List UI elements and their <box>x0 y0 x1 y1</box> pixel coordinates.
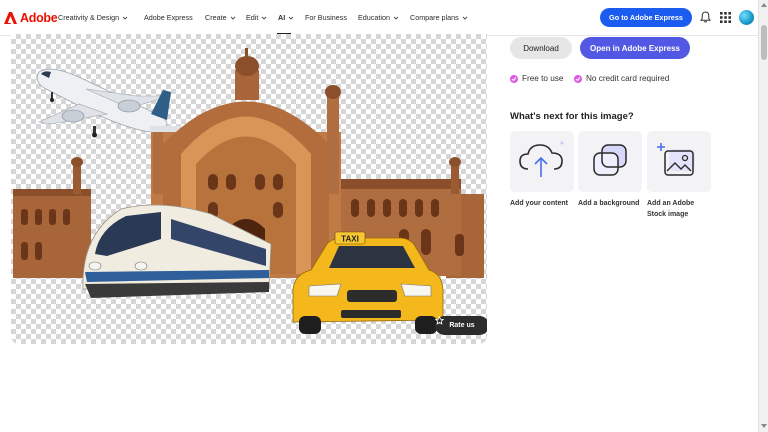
nav-education[interactable]: Education <box>358 13 399 22</box>
top-nav: Adobe Creativity & Design Adobe Express … <box>0 0 758 36</box>
card-label-add-your-content: Add your content <box>510 200 568 207</box>
rate-us-button[interactable]: Rate us <box>435 316 487 335</box>
card-label-add-a-background: Add a background <box>578 200 640 207</box>
nav-label: Education <box>358 13 390 22</box>
nav-adobe-express[interactable]: Adobe Express <box>144 13 193 22</box>
open-in-adobe-express-button[interactable]: Open in Adobe Express <box>580 37 690 59</box>
whats-next-heading: What's next for this image? <box>510 111 634 122</box>
nav-create[interactable]: Create <box>205 13 236 22</box>
nav-label: AI <box>278 13 286 22</box>
chevron-down-icon <box>393 16 399 20</box>
scroll-thumb[interactable] <box>761 25 767 60</box>
check-icon <box>574 74 582 83</box>
card-add-adobe-stock-image[interactable] <box>647 131 711 192</box>
nav-label: Adobe Express <box>144 13 193 22</box>
rate-us-label: Rate us <box>449 322 475 329</box>
nav-label: Edit <box>246 13 259 22</box>
adobe-logo-mark <box>4 12 17 24</box>
nav-label: Compare plans <box>410 13 459 22</box>
scroll-up-arrow-icon[interactable] <box>761 3 767 7</box>
nav-label: Creativity & Design <box>58 13 120 22</box>
check-icon <box>510 74 518 83</box>
card-add-your-content[interactable] <box>510 131 574 192</box>
card-label-add-adobe-stock-image: Add an Adobe Stock image <box>647 200 695 218</box>
image-plus-icon <box>657 143 695 176</box>
taxi-sign-text: TAXI <box>341 235 359 244</box>
feature-label: No credit card required <box>586 74 670 83</box>
feature-no-credit-card: No credit card required <box>574 74 669 83</box>
chevron-down-icon <box>288 16 294 20</box>
feature-label: Free to use <box>522 74 564 83</box>
scroll-down-arrow-icon[interactable] <box>761 424 767 428</box>
adobe-logo[interactable]: Adobe <box>4 11 58 25</box>
brand-name: Adobe <box>20 11 58 25</box>
vertical-scrollbar[interactable] <box>758 0 768 432</box>
cloud-upload-icon <box>519 141 564 177</box>
nav-ai[interactable]: AI <box>278 13 294 22</box>
chevron-down-icon <box>122 16 128 20</box>
chevron-down-icon <box>462 16 468 20</box>
feature-free-to-use: Free to use <box>510 74 563 83</box>
nav-creativity-design[interactable]: Creativity & Design <box>58 13 128 22</box>
image-preview-canvas: TAXI Rate us <box>11 34 487 344</box>
download-button[interactable]: Download <box>510 37 572 59</box>
app-grid-icon[interactable] <box>720 12 731 23</box>
generated-image: TAXI <box>13 48 484 334</box>
nav-label: Create <box>205 13 227 22</box>
chevron-down-icon <box>230 16 235 20</box>
card-add-a-background[interactable] <box>578 131 642 192</box>
nav-compare-plans[interactable]: Compare plans <box>410 13 468 22</box>
star-icon <box>435 316 444 325</box>
nav-for-business[interactable]: For Business <box>305 13 347 22</box>
avatar[interactable] <box>739 10 754 25</box>
chevron-down-icon <box>262 16 267 20</box>
layers-icon <box>593 144 627 176</box>
nav-label: For Business <box>305 13 347 22</box>
nav-edit[interactable]: Edit <box>246 13 267 22</box>
bell-icon[interactable] <box>700 11 711 23</box>
go-to-adobe-express-button[interactable]: Go to Adobe Express <box>600 8 692 27</box>
airplane <box>36 68 181 138</box>
